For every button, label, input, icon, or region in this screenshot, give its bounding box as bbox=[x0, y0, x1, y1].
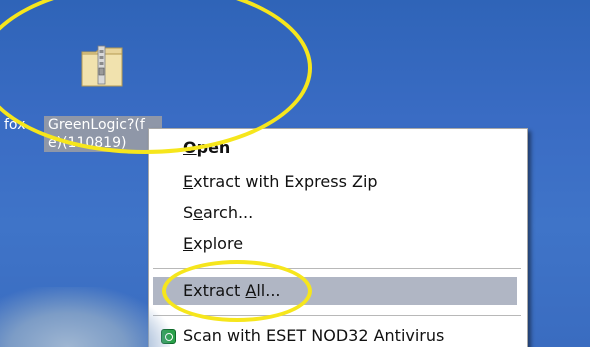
desktop-background[interactable]: fox GreenLogic?(f e)(110819) Open Extrac… bbox=[0, 0, 590, 347]
menu-label-post: xplore bbox=[193, 234, 244, 253]
menu-label-accel: E bbox=[183, 234, 194, 253]
menu-label-post: xtract with Express Zip bbox=[193, 172, 378, 191]
menu-item-extract-express-zip[interactable]: Extract with Express Zip bbox=[149, 168, 517, 196]
menu-label-post: arch... bbox=[203, 203, 254, 222]
menu-label-pre: Scan with ESET NOD32 Antivirus bbox=[183, 326, 445, 345]
eset-antivirus-icon bbox=[161, 329, 176, 344]
annotation-ellipse-extract-all bbox=[162, 260, 312, 322]
menu-item-search[interactable]: Search... bbox=[149, 199, 517, 227]
menu-item-scan-eset[interactable]: Scan with ESET NOD32 Antivirus bbox=[149, 322, 517, 347]
menu-label-accel: E bbox=[183, 172, 194, 191]
menu-label-pre: S bbox=[183, 203, 194, 222]
menu-label-accel: e bbox=[193, 203, 203, 222]
menu-item-explore[interactable]: Explore bbox=[149, 230, 517, 258]
